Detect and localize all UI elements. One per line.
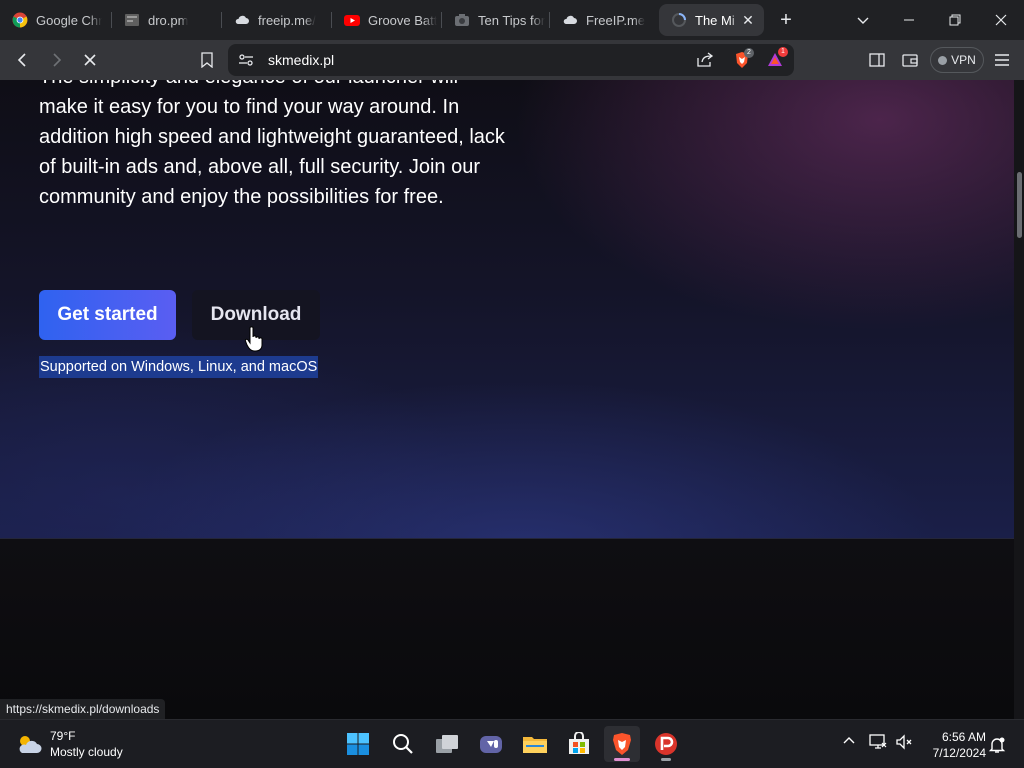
get-started-button[interactable]: Get started (39, 290, 176, 340)
supported-platforms-text: Supported on Windows, Linux, and macOS (39, 356, 319, 378)
share-icon[interactable] (696, 52, 714, 73)
tab-dro-pm[interactable]: dro.pm (112, 4, 220, 36)
tab-strip: Google Chr dro.pm freeip.me/ Groove Batt… (0, 0, 1024, 40)
weather-widget[interactable]: 79°F Mostly cloudy (16, 728, 123, 760)
weather-temp: 79°F (50, 729, 76, 743)
task-view-icon (436, 735, 458, 753)
brave-lion-icon (613, 733, 631, 755)
page-scrollbar[interactable] (1014, 80, 1024, 719)
site-settings-icon[interactable] (238, 52, 254, 73)
volume-muted-icon[interactable] (895, 734, 913, 750)
tab-ten-tips[interactable]: Ten Tips for (442, 4, 548, 36)
close-window-button[interactable] (978, 0, 1024, 40)
menu-hamburger-icon[interactable] (990, 48, 1014, 72)
cloud-icon (234, 12, 250, 28)
tab-groove-battle[interactable]: Groove Batt (332, 4, 440, 36)
chrome-icon (12, 12, 28, 28)
vpn-button[interactable]: VPN (930, 47, 984, 73)
task-view-button[interactable] (429, 726, 465, 762)
search-button[interactable] (385, 726, 421, 762)
windows-logo-icon (347, 733, 369, 755)
brave-shield-icon[interactable]: 2 (733, 48, 754, 74)
brave-rewards-icon[interactable]: 1 (766, 47, 788, 74)
system-clock[interactable]: 6:56 AM 7/12/2024 (922, 729, 986, 761)
tab-search-chevron-icon[interactable] (840, 0, 886, 40)
close-tab-icon[interactable]: ✕ (740, 12, 756, 28)
partly-cloudy-icon (19, 736, 42, 753)
start-button[interactable] (340, 726, 376, 762)
page-viewport: The simplicity and elegance of our launc… (0, 80, 1024, 719)
network-icon[interactable] (869, 734, 887, 750)
youtube-icon (344, 12, 360, 28)
cloud-icon (562, 12, 578, 28)
hero-text-clipped-line: The simplicity and elegance of our launc… (39, 80, 509, 92)
windows-taskbar: 79°F Mostly cloudy 6:56 AM 7/12/2024 (0, 719, 1024, 768)
clock-time: 6:56 AM (941, 730, 986, 744)
tab-google-chrome[interactable]: Google Chr (0, 4, 110, 36)
stop-loading-button[interactable] (78, 48, 102, 72)
weather-condition: Mostly cloudy (50, 745, 123, 759)
address-bar-url[interactable]: skmedix.pl (268, 52, 334, 68)
minimize-button[interactable] (886, 0, 932, 40)
brave-browser-button[interactable] (604, 726, 640, 762)
forward-button[interactable] (44, 48, 68, 72)
back-button[interactable] (11, 48, 35, 72)
sidebar-toggle-icon[interactable] (865, 48, 889, 72)
teams-icon (480, 736, 502, 753)
microsoft-store-button[interactable] (561, 726, 597, 762)
lower-section (0, 538, 1014, 719)
clock-date: 7/12/2024 (932, 746, 986, 760)
notification-bell-icon[interactable] (988, 736, 1006, 754)
active-app-indicator (614, 758, 630, 761)
restore-button[interactable] (932, 0, 978, 40)
vpn-status-icon (938, 55, 948, 65)
show-hidden-icons-chevron[interactable] (842, 734, 856, 748)
camera-icon (454, 12, 470, 28)
tab-freeip-me[interactable]: FreeIP.me (550, 4, 656, 36)
new-tab-button[interactable]: + (774, 8, 798, 32)
store-icon (569, 732, 589, 754)
psiphon-icon (655, 733, 677, 755)
doc-icon (124, 12, 140, 28)
status-bar-link-url: https://skmedix.pl/downloads (0, 699, 166, 719)
hero-section: The simplicity and elegance of our launc… (0, 80, 1014, 538)
loading-spinner-icon (671, 12, 687, 28)
hero-text-body: make it easy for you to find your way ar… (39, 96, 505, 208)
wallet-icon[interactable] (898, 48, 922, 72)
address-bar[interactable]: skmedix.pl 2 1 (228, 44, 794, 76)
browser-toolbar: skmedix.pl 2 1 VPN (0, 40, 1024, 80)
bookmark-icon[interactable] (195, 48, 219, 72)
search-icon (393, 734, 413, 754)
hero-description: The simplicity and elegance of our launc… (39, 80, 509, 212)
hand-cursor-icon (245, 326, 263, 352)
file-explorer-button[interactable] (517, 726, 553, 762)
tab-active-the-minecraft[interactable]: The Mi ✕ (659, 4, 764, 36)
folder-icon (523, 737, 547, 753)
psiphon-button[interactable] (648, 726, 684, 762)
tab-freeip-path[interactable]: freeip.me/ (222, 4, 330, 36)
teams-chat-button[interactable] (473, 726, 509, 762)
running-app-indicator (661, 758, 671, 761)
scrollbar-thumb[interactable] (1017, 172, 1022, 238)
